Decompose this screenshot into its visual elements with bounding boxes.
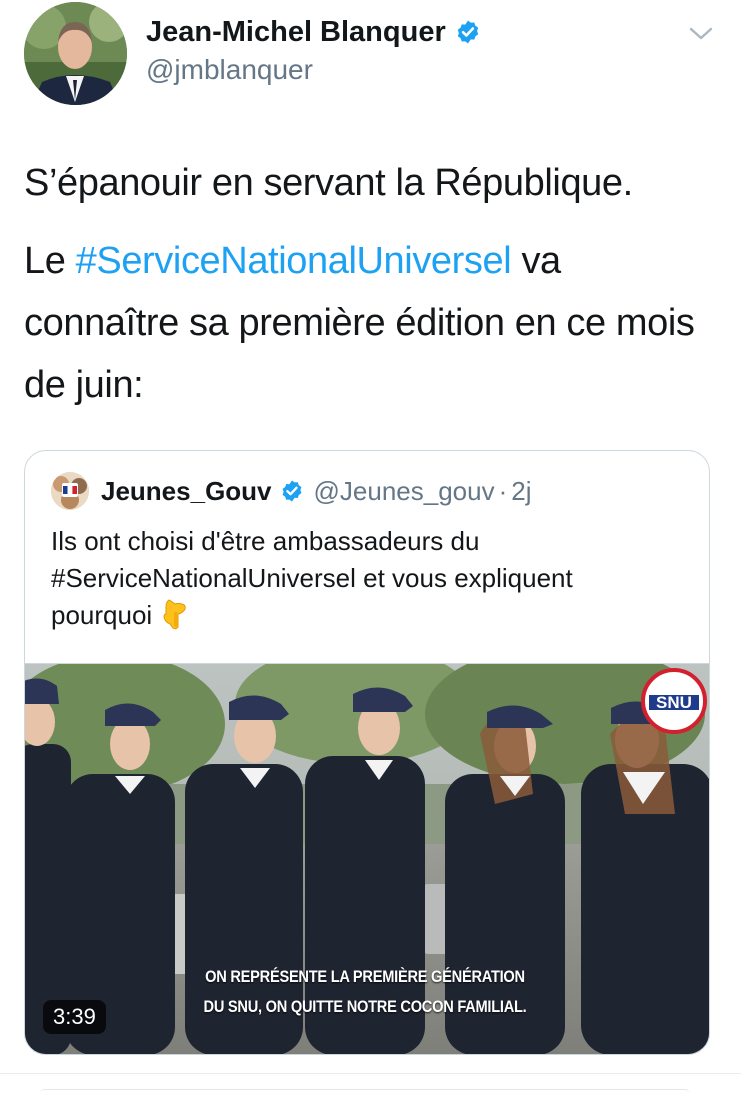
tweet-text-line1: S’épanouir en servant la République. bbox=[24, 162, 633, 204]
author-avatar[interactable] bbox=[24, 2, 127, 105]
quoted-author-avatar[interactable] bbox=[51, 472, 89, 510]
next-card-edge bbox=[40, 1089, 690, 1094]
author-name-row: Jean-Michel Blanquer bbox=[146, 12, 666, 52]
chevron-down-icon[interactable] bbox=[688, 24, 714, 44]
video-subtitle-line1: ON REPRÉSENTE LA PREMIÈRE GÉNÉRATION bbox=[205, 967, 525, 986]
snu-logo: SNU bbox=[641, 668, 707, 734]
quoted-tweet-header: Jeunes_Gouv @Jeunes_gouv · 2j bbox=[51, 471, 532, 511]
tweet-text: S’épanouir en servant la République. Le … bbox=[24, 152, 714, 416]
author-name[interactable]: Jean-Michel Blanquer bbox=[146, 16, 446, 49]
quoted-hashtag-link[interactable]: #ServiceNationalUniversel et vous expliq… bbox=[51, 560, 691, 597]
separator-dot: · bbox=[498, 475, 508, 506]
quoted-text-pourquoi: pourquoi bbox=[51, 600, 153, 630]
verified-badge-icon bbox=[282, 480, 301, 502]
quoted-author-handle[interactable]: @Jeunes_gouv bbox=[314, 476, 495, 507]
quoted-text-line3: pourquoi bbox=[51, 597, 691, 634]
hashtag-link[interactable]: #ServiceNationalUniversel bbox=[76, 240, 512, 282]
tweet[interactable]: Jean-Michel Blanquer @jmblanquer S’épano… bbox=[0, 0, 741, 1093]
quoted-text-line1: Ils ont choisi d'être ambassadeurs du bbox=[51, 526, 480, 556]
tweet-text-paragraph2: Le #ServiceNationalUniversel va connaîtr… bbox=[24, 230, 714, 416]
pointing-down-emoji-icon bbox=[163, 599, 186, 630]
verified-badge-icon bbox=[457, 20, 478, 44]
author-handle[interactable]: @jmblanquer bbox=[146, 54, 666, 86]
quoted-tweet-timestamp[interactable]: 2j bbox=[511, 476, 531, 507]
video-duration-badge: 3:39 bbox=[43, 1000, 106, 1034]
tweet-text-prefix: Le bbox=[24, 240, 76, 282]
video-subtitle: ON REPRÉSENTE LA PREMIÈRE GÉNÉRATION DU … bbox=[184, 962, 545, 1022]
quoted-author-name[interactable]: Jeunes_Gouv bbox=[101, 476, 272, 507]
author-block: Jean-Michel Blanquer @jmblanquer bbox=[146, 12, 666, 86]
tweet-divider bbox=[0, 1073, 741, 1074]
snu-logo-text: SNU bbox=[656, 693, 692, 712]
quoted-tweet[interactable]: Jeunes_Gouv @Jeunes_gouv · 2j Ils ont ch… bbox=[24, 450, 710, 1055]
quoted-tweet-text: Ils ont choisi d'être ambassadeurs du #S… bbox=[51, 523, 691, 634]
video-player[interactable]: SNU ON REPRÉSENTE LA PREMIÈRE GÉNÉRATION… bbox=[25, 663, 709, 1054]
video-subtitle-line2: DU SNU, ON QUITTE NOTRE COCON FAMILIAL. bbox=[203, 997, 527, 1016]
